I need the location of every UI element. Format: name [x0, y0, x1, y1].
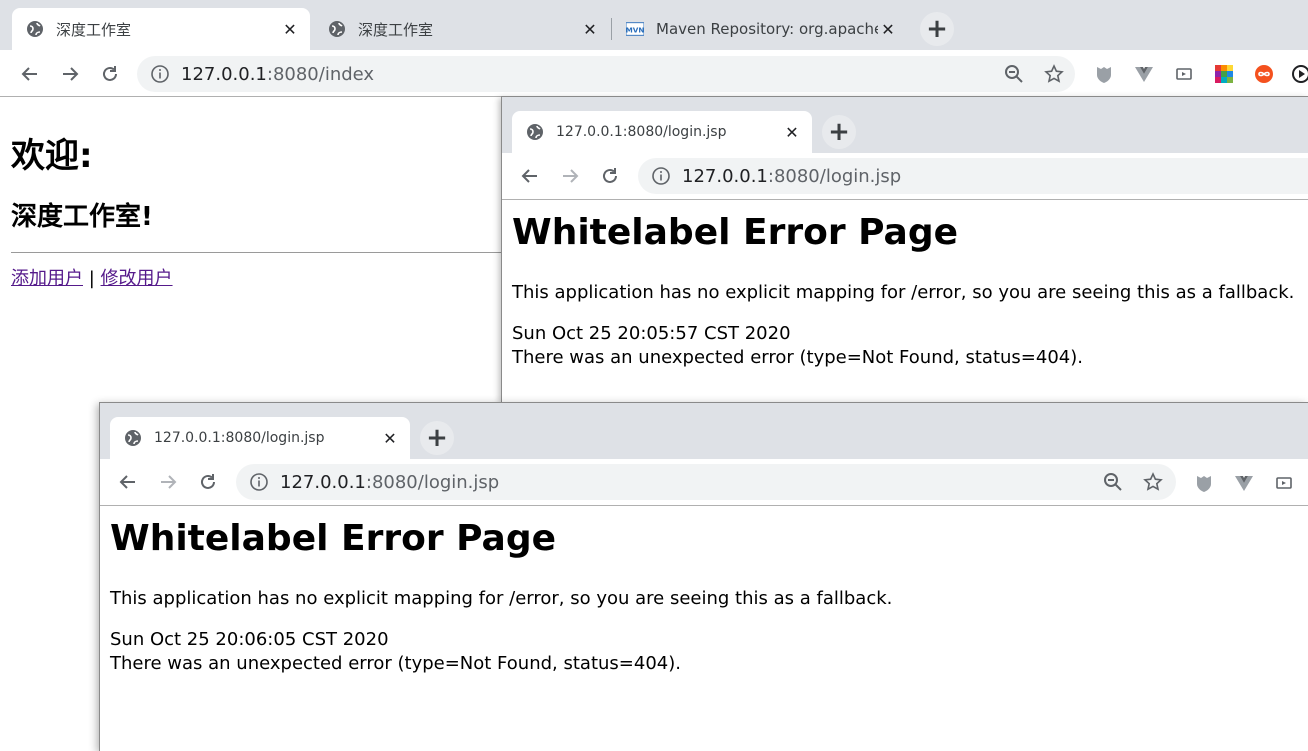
zoom-icon[interactable] — [1102, 471, 1124, 493]
tab-maven[interactable]: MVN Maven Repository: org.apache ✕ — [612, 8, 908, 50]
tab-title: 深度工作室 — [56, 20, 132, 39]
toolbar: 127.0.0.1:8080/login.jsp — [100, 459, 1308, 506]
url-path: :8080/index — [266, 63, 375, 85]
back-icon[interactable] — [516, 162, 544, 190]
tab-strip: 127.0.0.1:8080/login.jsp ✕ + — [502, 97, 1308, 153]
error-timestamp: Sun Oct 25 20:06:05 CST 2020 — [110, 629, 389, 650]
error-title: Whitelabel Error Page — [512, 212, 959, 253]
url-host: 127.0.0.1 — [682, 165, 768, 187]
error-page: Whitelabel Error Page This application h… — [100, 506, 1308, 751]
globe-icon — [124, 429, 142, 447]
infinity-extension-icon[interactable] — [1253, 63, 1275, 85]
tab-strip: 127.0.0.1:8080/login.jsp ✕ + — [100, 403, 1308, 459]
toolbar: 127.0.0.1:8080/index — [0, 50, 1308, 97]
shield-extension-icon[interactable] — [1193, 472, 1215, 494]
error-page: Whitelabel Error Page This application h… — [502, 200, 1308, 402]
shield-extension-icon[interactable] — [1093, 63, 1115, 85]
close-tab-icon[interactable]: ✕ — [280, 19, 300, 39]
media-extension-icon[interactable] — [1290, 63, 1308, 85]
new-tab-button[interactable]: + — [822, 115, 856, 149]
address-bar[interactable]: 127.0.0.1:8080/index — [137, 56, 1075, 92]
error-detail: There was an unexpected error (type=Not … — [110, 653, 681, 674]
tab-shendu-2[interactable]: 深度工作室 ✕ — [314, 8, 610, 50]
tab-title: 深度工作室 — [358, 20, 434, 39]
new-tab-button[interactable]: + — [920, 12, 954, 46]
url-path: :8080/login.jsp — [767, 165, 902, 187]
tab-title: 127.0.0.1:8080/login.jsp — [154, 430, 325, 446]
forward-icon[interactable] — [56, 60, 84, 88]
link-separator: | — [88, 268, 95, 289]
browser-window-login-1: 127.0.0.1:8080/login.jsp ✕ + 127.0.0.1:8… — [501, 96, 1308, 402]
toolbar: 127.0.0.1:8080/login.jsp — [502, 153, 1308, 200]
close-tab-icon[interactable]: ✕ — [878, 19, 898, 39]
error-message: This application has no explicit mapping… — [512, 282, 1295, 303]
bookmark-star-icon[interactable] — [1142, 471, 1164, 493]
edit-user-link[interactable]: 修改用户 — [101, 268, 173, 289]
close-tab-icon[interactable]: ✕ — [782, 122, 802, 142]
zoom-icon[interactable] — [1003, 63, 1025, 85]
back-icon[interactable] — [16, 60, 44, 88]
tab-shendu-active[interactable]: 深度工作室 ✕ — [12, 8, 310, 50]
add-user-link[interactable]: 添加用户 — [11, 268, 83, 289]
back-icon[interactable] — [114, 468, 142, 496]
globe-icon — [526, 123, 544, 141]
divider — [11, 252, 506, 253]
vue-extension-icon[interactable] — [1133, 63, 1155, 85]
user-links: 添加用户 | 修改用户 — [11, 264, 173, 290]
browser-window-login-2: 127.0.0.1:8080/login.jsp ✕ + 127.0.0.1:8… — [99, 402, 1308, 751]
error-detail: There was an unexpected error (type=Not … — [512, 347, 1083, 368]
colorful-grid-extension-icon[interactable] — [1213, 63, 1235, 85]
close-tab-icon[interactable]: ✕ — [580, 19, 600, 39]
tab-title: Maven Repository: org.apache — [656, 20, 878, 38]
globe-icon — [328, 20, 346, 38]
mvn-icon: MVN — [626, 20, 644, 38]
new-tab-button[interactable]: + — [420, 421, 454, 455]
address-bar[interactable]: 127.0.0.1:8080/login.jsp — [236, 464, 1176, 500]
error-timestamp: Sun Oct 25 20:05:57 CST 2020 — [512, 323, 791, 344]
tab-strip: 深度工作室 ✕ 深度工作室 ✕ MVN Maven Repository: or… — [0, 0, 1308, 50]
info-icon[interactable] — [652, 167, 670, 185]
globe-icon — [26, 20, 44, 38]
cast-extension-icon[interactable] — [1173, 63, 1195, 85]
forward-icon[interactable] — [556, 162, 584, 190]
info-icon[interactable] — [250, 473, 268, 491]
forward-icon[interactable] — [154, 468, 182, 496]
welcome-heading: 欢迎: — [11, 136, 93, 176]
reload-icon[interactable] — [194, 468, 222, 496]
url-path: :8080/login.jsp — [365, 471, 500, 493]
info-icon[interactable] — [151, 65, 169, 83]
reload-icon[interactable] — [596, 162, 624, 190]
tab-login-active[interactable]: 127.0.0.1:8080/login.jsp ✕ — [512, 111, 812, 153]
tab-title: 127.0.0.1:8080/login.jsp — [556, 124, 727, 140]
bookmark-star-icon[interactable] — [1043, 63, 1065, 85]
studio-heading: 深度工作室! — [11, 202, 153, 232]
svg-text:MVN: MVN — [626, 26, 644, 35]
reload-icon[interactable] — [96, 60, 124, 88]
url-host: 127.0.0.1 — [181, 63, 267, 85]
cast-extension-icon[interactable] — [1273, 472, 1295, 494]
error-title: Whitelabel Error Page — [110, 518, 557, 559]
tab-login-active[interactable]: 127.0.0.1:8080/login.jsp ✕ — [110, 417, 410, 459]
address-bar[interactable]: 127.0.0.1:8080/login.jsp — [638, 158, 1308, 194]
error-message: This application has no explicit mapping… — [110, 588, 893, 609]
close-tab-icon[interactable]: ✕ — [380, 428, 400, 448]
url-host: 127.0.0.1 — [280, 471, 366, 493]
vue-extension-icon[interactable] — [1233, 472, 1255, 494]
